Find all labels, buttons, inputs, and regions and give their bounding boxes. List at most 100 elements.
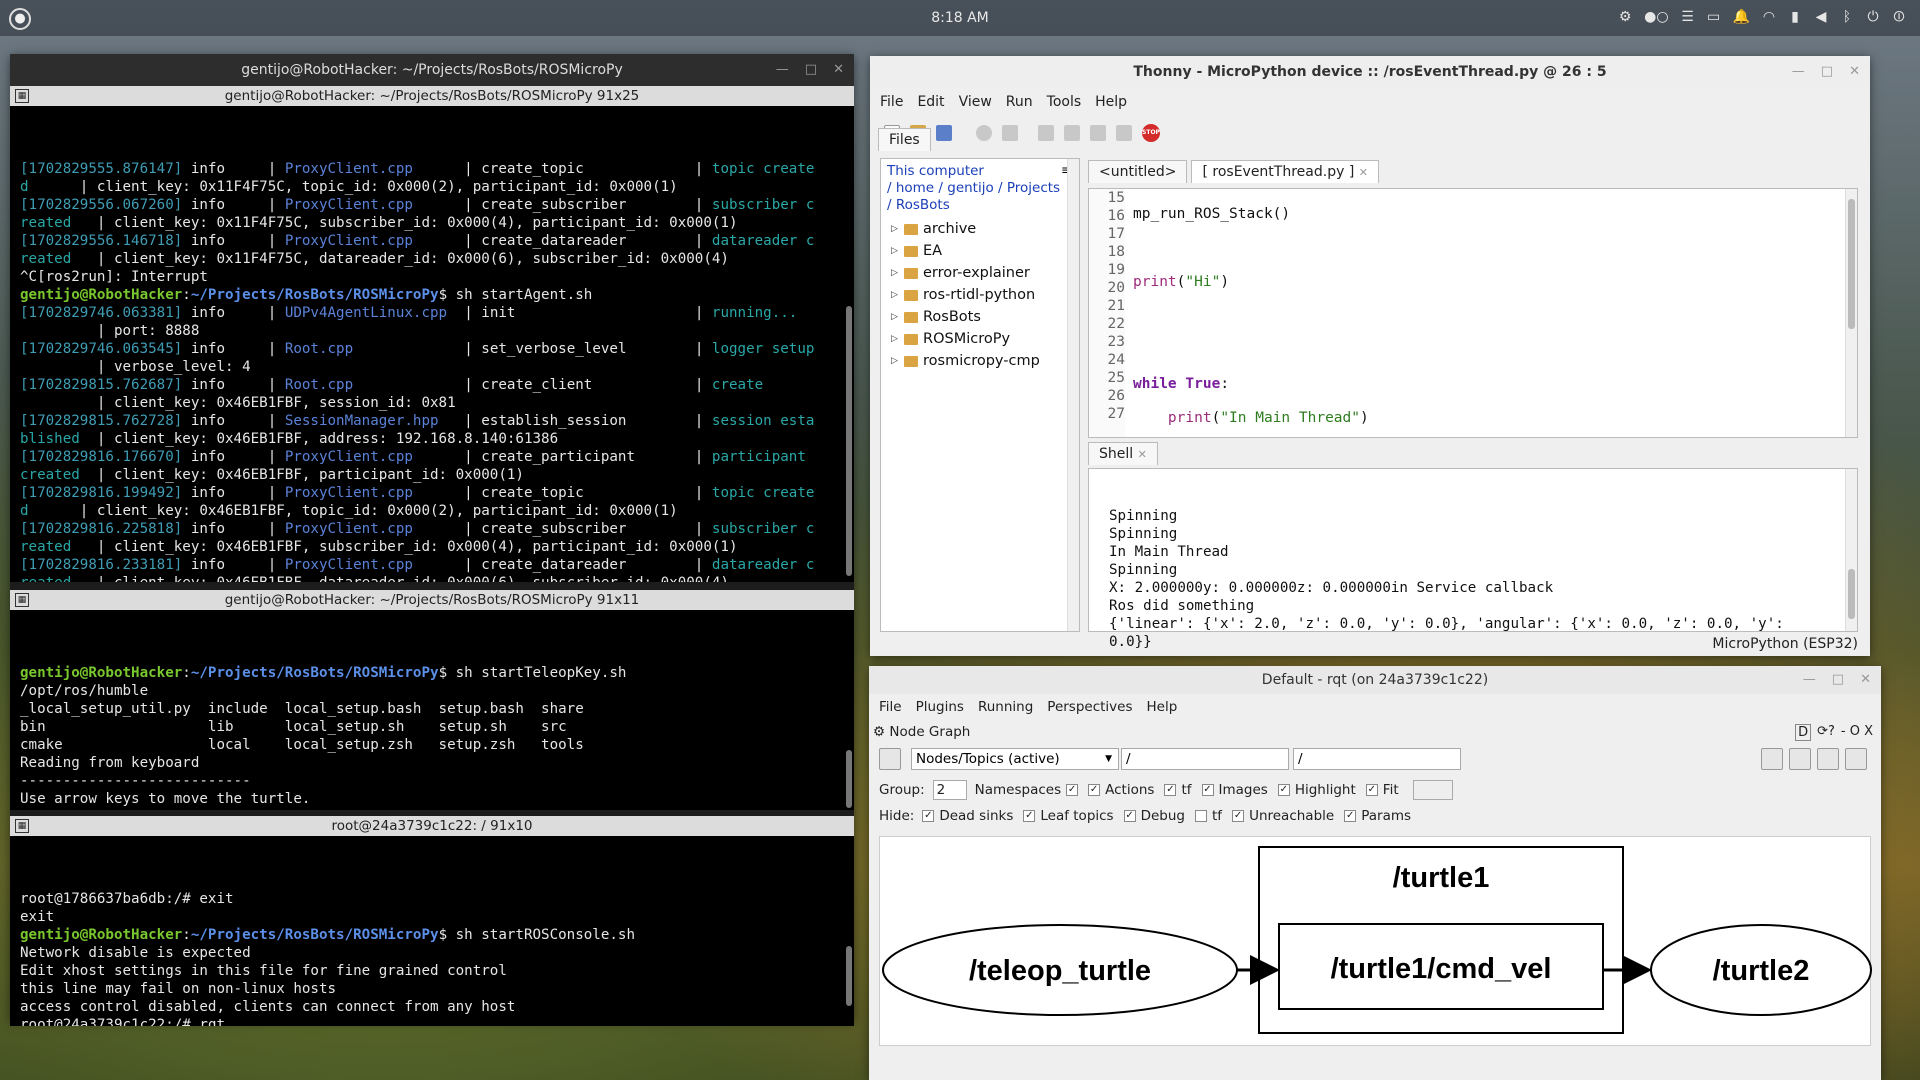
shell-tab[interactable]: Shell ✕ xyxy=(1088,442,1158,465)
checkbox[interactable]: ✓ xyxy=(1088,784,1101,796)
checkbox[interactable]: ✓ xyxy=(1344,810,1357,822)
option-debug[interactable]: ✓ Debug xyxy=(1123,808,1185,824)
checkbox[interactable]: ✓ xyxy=(922,810,935,822)
scrollbar[interactable] xyxy=(846,750,852,808)
expand-icon[interactable]: ▷ xyxy=(891,328,899,350)
shell-output[interactable]: Spinning Spinning In Main Thread Spinning X:… xyxy=(1088,468,1858,650)
resume-icon[interactable] xyxy=(1116,125,1132,141)
checkbox[interactable]: ✓ xyxy=(1123,810,1136,822)
checkbox[interactable]: ✓ xyxy=(1201,784,1214,796)
menu-icon[interactable]: ☰ xyxy=(1681,9,1695,25)
folder-item[interactable]: ▷ rosmicropy-cmp xyxy=(881,350,1079,372)
breadcrumb-item[interactable]: / home xyxy=(887,180,938,196)
thonny-menu-help[interactable]: Help xyxy=(1095,94,1127,110)
option-tf[interactable]: tf xyxy=(1195,808,1222,824)
option-leaf-topics[interactable]: ✓ Leaf topics xyxy=(1023,808,1114,824)
node-filter-input[interactable]: / xyxy=(1121,748,1289,770)
expand-icon[interactable]: ▷ xyxy=(891,350,899,372)
close-icon[interactable]: ✕ xyxy=(1849,56,1860,88)
rqt-titlebar[interactable]: Default - rqt (on 24a3739c1c22) — □ ✕ xyxy=(869,666,1881,694)
debug-icon[interactable] xyxy=(1002,125,1018,141)
expand-icon[interactable]: ▷ xyxy=(891,306,899,328)
files-icon[interactable]: ▭ xyxy=(1707,9,1721,25)
dock-button[interactable]: D xyxy=(1795,724,1812,741)
step-over-icon[interactable] xyxy=(1038,125,1054,141)
thonny-menu-tools[interactable]: Tools xyxy=(1047,94,1082,110)
close-icon[interactable]: ✕ xyxy=(833,54,844,86)
option-images[interactable]: ✓ Images xyxy=(1201,782,1268,798)
save-dot-button[interactable] xyxy=(1789,748,1811,770)
breadcrumb-item[interactable]: / Projects xyxy=(998,180,1060,196)
folder-item[interactable]: ▷ RosBots xyxy=(881,306,1079,328)
maximize-icon[interactable]: □ xyxy=(805,54,817,86)
option-actions[interactable]: ✓ Actions xyxy=(1088,782,1154,798)
close-tab-icon[interactable]: ✕ xyxy=(1138,448,1147,461)
load-dot-button[interactable] xyxy=(1761,748,1783,770)
rqt-menu-file[interactable]: File xyxy=(879,699,902,715)
workspace-icon[interactable]: ●○ xyxy=(1644,9,1668,25)
terminal-titlebar[interactable]: gentijo@RobotHacker: ~/Projects/RosBots/… xyxy=(10,54,854,86)
this-computer-link[interactable]: This computer xyxy=(887,163,1073,180)
maximize-icon[interactable]: □ xyxy=(1821,56,1833,88)
folder-item[interactable]: ▷ EA xyxy=(881,240,1079,262)
checkbox[interactable]: ✓ xyxy=(1277,784,1290,796)
expand-icon[interactable]: ▷ xyxy=(891,284,899,306)
thonny-menu-file[interactable]: File xyxy=(880,94,903,110)
checkbox[interactable]: ✓ xyxy=(1365,784,1378,796)
terminal-pane-2[interactable]: gentijo@RobotHacker:~/Projects/RosBots/R… xyxy=(10,610,854,810)
tab-untitled[interactable]: <untitled> xyxy=(1088,160,1188,183)
option-namespaces[interactable]: Namespaces ✓ xyxy=(975,782,1079,798)
files-tab[interactable]: Files xyxy=(878,128,931,151)
thonny-menu-edit[interactable]: Edit xyxy=(917,94,944,110)
expand-icon[interactable]: ▷ xyxy=(891,218,899,240)
folder-item[interactable]: ▷ ros-rtidl-python xyxy=(881,284,1079,306)
close-icon[interactable]: ✕ xyxy=(1860,666,1871,694)
expand-icon[interactable]: ▷ xyxy=(891,262,899,284)
window-ctl-text[interactable]: - O X xyxy=(1841,724,1873,741)
node-graph-canvas[interactable]: /teleop_turtle /turtle1 /turtle1/cmd_vel… xyxy=(879,836,1872,1046)
option-params[interactable]: ✓ Params xyxy=(1344,808,1411,824)
topic-filter-input[interactable]: / xyxy=(1293,748,1461,770)
checkbox[interactable]: ✓ xyxy=(1232,810,1245,822)
refresh-graph-button[interactable] xyxy=(879,748,901,770)
step-into-icon[interactable] xyxy=(1064,125,1080,141)
breadcrumb-item[interactable]: / gentijo xyxy=(938,180,998,196)
tab-rosEventThread[interactable]: [ rosEventThread.py ] ✕ xyxy=(1191,160,1379,183)
checkbox[interactable]: ✓ xyxy=(1164,784,1177,796)
minimize-icon[interactable]: — xyxy=(1792,56,1805,88)
notification-icon[interactable]: 🔔 xyxy=(1733,9,1750,25)
checkbox[interactable]: ✓ xyxy=(1023,810,1036,822)
save-image-button[interactable] xyxy=(1845,748,1867,770)
folder-item[interactable]: ▷ archive xyxy=(881,218,1079,240)
rqt-menu-perspectives[interactable]: Perspectives xyxy=(1047,699,1132,715)
pane-icon[interactable]: ▦ xyxy=(15,89,29,103)
scrollbar[interactable] xyxy=(846,306,852,576)
checkbox[interactable]: ✓ xyxy=(1066,784,1079,796)
step-out-icon[interactable] xyxy=(1090,125,1106,141)
volume-icon[interactable]: ◀ xyxy=(1814,9,1828,25)
logout-icon[interactable]: ⏼ xyxy=(1892,9,1906,25)
save-file-icon[interactable] xyxy=(936,125,952,141)
option-dead-sinks[interactable]: ✓ Dead sinks xyxy=(922,808,1013,824)
fit-button[interactable] xyxy=(1412,780,1453,800)
graph-mode-select[interactable]: Nodes/Topics (active) ▼ xyxy=(911,748,1119,770)
interpreter-status[interactable]: MicroPython (ESP32) xyxy=(1712,636,1858,652)
editor-scrollbar[interactable] xyxy=(1845,189,1857,437)
close-tab-icon[interactable]: ✕ xyxy=(1359,166,1368,179)
terminal-pane-1[interactable]: [1702829555.876147] info | ProxyClient.c… xyxy=(10,106,854,582)
rqt-menu-plugins[interactable]: Plugins xyxy=(916,699,964,715)
pane-icon[interactable]: ▦ xyxy=(15,819,29,833)
option-highlight[interactable]: ✓ Highlight xyxy=(1277,782,1356,798)
help-icon[interactable]: ⟳? xyxy=(1817,724,1835,741)
option-unreachable[interactable]: ✓ Unreachable xyxy=(1232,808,1334,824)
thonny-menu-run[interactable]: Run xyxy=(1006,94,1033,110)
expand-icon[interactable]: ▷ xyxy=(891,240,899,262)
shell-scrollbar[interactable] xyxy=(1845,469,1857,631)
stop-icon[interactable]: STOP xyxy=(1142,124,1160,142)
wifi-icon[interactable]: ◠ xyxy=(1762,9,1776,25)
group-spinbox[interactable]: 2 xyxy=(932,780,967,800)
thonny-menu-view[interactable]: View xyxy=(959,94,992,110)
thonny-titlebar[interactable]: Thonny - MicroPython device :: /rosEvent… xyxy=(870,56,1870,88)
terminal-pane-3[interactable]: root@1786637ba6db:/# exit exit gentijo@Rob… xyxy=(10,836,854,1026)
settings-icon[interactable]: ⚙ xyxy=(1618,9,1632,25)
